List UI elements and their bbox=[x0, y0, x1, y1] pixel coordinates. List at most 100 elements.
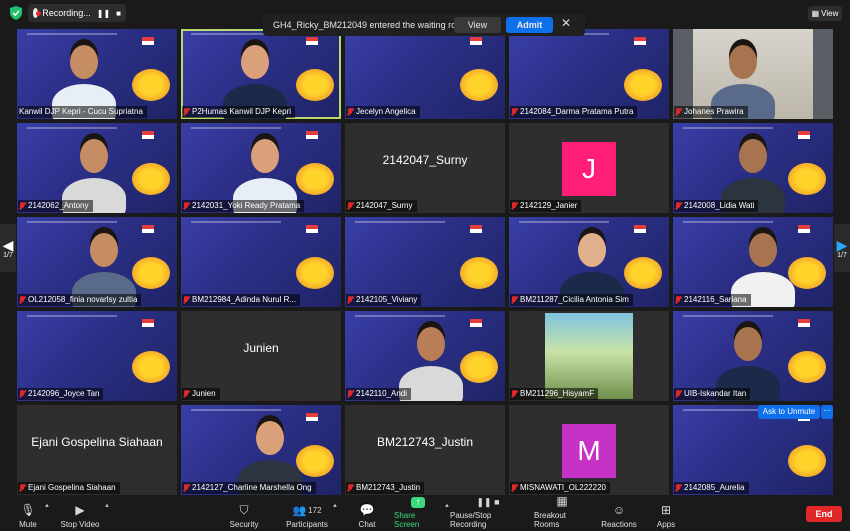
participant-tile[interactable]: Johanes Prawira bbox=[673, 29, 833, 119]
participant-name: 2142096_Joyce Tan bbox=[28, 389, 100, 398]
banner-decoration bbox=[142, 319, 154, 327]
banner-decoration bbox=[634, 37, 646, 45]
participant-name-label: 2142084_Darma Pratama Putra bbox=[510, 106, 638, 118]
participant-head bbox=[578, 233, 606, 267]
next-page-button[interactable]: ▶ 1/7 bbox=[834, 224, 850, 272]
reactions-button[interactable]: ☺ Reactions bbox=[601, 499, 637, 529]
security-button[interactable]: ⛉ Security bbox=[226, 499, 262, 530]
mic-muted-icon bbox=[511, 202, 517, 210]
chevron-up-icon[interactable]: ▲ bbox=[104, 503, 110, 509]
banner-decoration bbox=[788, 445, 826, 477]
participant-tile[interactable]: UIB-Iskandar Itan bbox=[673, 311, 833, 401]
participant-tile[interactable]: 2142047_Surny 2142047_Surny bbox=[345, 123, 505, 213]
share-screen-button[interactable]: ↑ Share Screen bbox=[394, 497, 442, 529]
end-meeting-button[interactable]: End bbox=[806, 506, 842, 522]
mic-muted-icon bbox=[183, 108, 189, 116]
banner-decoration bbox=[788, 351, 826, 383]
participant-tile[interactable]: 2142008_Lidia Wati bbox=[673, 123, 833, 213]
participant-name-label: BM212984_Adinda Nurul R... bbox=[182, 294, 301, 306]
mic-muted-icon bbox=[347, 296, 353, 304]
banner-decoration bbox=[470, 319, 482, 327]
mic-muted-icon bbox=[19, 484, 25, 492]
chevron-up-icon[interactable]: ▲ bbox=[44, 503, 50, 509]
participant-name: P2Humas Kanwil DJP Kepri bbox=[192, 107, 292, 116]
participant-tile[interactable]: 2142127_Charline Marshella Ong bbox=[181, 405, 341, 495]
close-icon[interactable]: ✕ bbox=[561, 16, 571, 30]
apps-icon: ⊞ bbox=[660, 503, 672, 517]
participant-tile[interactable]: 2142116_Sariana bbox=[673, 217, 833, 307]
banner-decoration bbox=[683, 127, 773, 129]
banner-decoration bbox=[132, 163, 170, 195]
ask-to-unmute-button[interactable]: Ask to Unmute bbox=[758, 405, 820, 419]
mic-muted-icon bbox=[347, 108, 353, 116]
participant-name-label: 2142031_Yoki Ready Pratama bbox=[182, 200, 305, 212]
reactions-label: Reactions bbox=[601, 520, 637, 529]
chat-bubble-icon: 💬 bbox=[359, 503, 375, 517]
participant-tile[interactable]: 2142096_Joyce Tan bbox=[17, 311, 177, 401]
participant-display-name: Ejani Gospelina Siahaan bbox=[31, 435, 163, 449]
participant-name: OL212058_finia novarlsy zultia bbox=[28, 295, 138, 304]
banner-decoration bbox=[798, 225, 810, 233]
participant-name-label: Ejani Gospelina Siahaan bbox=[18, 482, 120, 494]
admit-button[interactable]: Admit bbox=[506, 17, 553, 33]
breakout-rooms-button[interactable]: ▦ Breakout Rooms bbox=[534, 494, 590, 529]
participant-display-name: BM212743_Justin bbox=[376, 435, 474, 449]
stop-recording-icon[interactable]: ■ bbox=[116, 9, 121, 18]
mic-muted-icon bbox=[511, 296, 517, 304]
participant-tile[interactable]: 2142105_Viviany bbox=[345, 217, 505, 307]
participant-tile[interactable]: Jecelyn Angelica bbox=[345, 29, 505, 119]
microphone-icon: 🎙 bbox=[20, 503, 36, 517]
pause-recording-icon[interactable]: ❚❚ bbox=[97, 9, 110, 18]
mic-muted-icon bbox=[183, 484, 189, 492]
participant-tile[interactable]: BM212743_Justin BM212743_Justin bbox=[345, 405, 505, 495]
mic-muted-icon bbox=[511, 484, 517, 492]
participant-tile[interactable]: Junien Junien bbox=[181, 311, 341, 401]
banner-decoration bbox=[624, 69, 662, 101]
pause-stop-recording-button[interactable]: ❚❚ ■ Pause/Stop Recording bbox=[450, 497, 526, 529]
chat-button[interactable]: 💬 Chat bbox=[356, 499, 378, 529]
participant-tile[interactable]: BM211296_HisyamF bbox=[509, 311, 669, 401]
participant-head bbox=[417, 327, 445, 361]
participant-tile[interactable]: BM212984_Adinda Nurul R... bbox=[181, 217, 341, 307]
apps-button[interactable]: ⊞ Apps bbox=[656, 499, 676, 529]
participant-tile[interactable]: 2142084_Darma Pratama Putra bbox=[509, 29, 669, 119]
banner-decoration bbox=[798, 319, 810, 327]
participant-name: 2142127_Charline Marshella Ong bbox=[192, 483, 312, 492]
participant-name-label: 2142110_Andi bbox=[346, 388, 412, 400]
pause-stop-recording-icon: ❚❚ ■ bbox=[476, 497, 500, 507]
previous-page-button[interactable]: ◀ 1/7 bbox=[0, 224, 16, 272]
participant-tile[interactable]: Kanwil DJP Kepri - Cucu Supriatna bbox=[17, 29, 177, 119]
participant-name: 2142031_Yoki Ready Pratama bbox=[192, 201, 301, 210]
banner-decoration bbox=[296, 69, 334, 101]
participant-tile[interactable]: 2142110_Andi bbox=[345, 311, 505, 401]
page-indicator-right: 1/7 bbox=[837, 251, 847, 259]
mute-button[interactable]: 🎙 Mute bbox=[14, 499, 42, 529]
participants-button[interactable]: 👥 172 Participants bbox=[284, 499, 330, 530]
view-layout-button[interactable]: ▦ View bbox=[808, 6, 842, 21]
banner-decoration bbox=[191, 127, 281, 129]
participant-tile[interactable]: J 2142129_Janier bbox=[509, 123, 669, 213]
participant-tile[interactable]: 2142031_Yoki Ready Pratama bbox=[181, 123, 341, 213]
participant-tile[interactable]: M MISNAWATI_OL222220 bbox=[509, 405, 669, 495]
mic-muted-icon bbox=[183, 296, 189, 304]
participant-tile[interactable]: OL212058_finia novarlsy zultia bbox=[17, 217, 177, 307]
participant-name-label: 2142096_Joyce Tan bbox=[18, 388, 104, 400]
chevron-up-icon[interactable]: ▲ bbox=[332, 503, 338, 509]
stop-video-label: Stop Video bbox=[60, 520, 100, 529]
participant-tile[interactable]: Ejani Gospelina Siahaan Ejani Gospelina S… bbox=[17, 405, 177, 495]
participant-tile[interactable]: P2Humas Kanwil DJP Kepri bbox=[181, 29, 341, 119]
stop-video-button[interactable]: ▶ Stop Video bbox=[58, 499, 102, 529]
participant-tile[interactable]: BM211287_Cicilia Antonia Sim bbox=[509, 217, 669, 307]
banner-decoration bbox=[519, 221, 609, 223]
banner-decoration bbox=[132, 69, 170, 101]
notification-view-button[interactable]: View bbox=[454, 17, 501, 33]
participant-head bbox=[734, 327, 762, 361]
shield-icon[interactable] bbox=[10, 6, 22, 20]
smiley-icon: ☺ bbox=[612, 503, 626, 517]
banner-decoration bbox=[634, 225, 646, 233]
participant-head bbox=[729, 45, 757, 79]
more-options-button[interactable]: ··· bbox=[821, 405, 833, 419]
participant-tile[interactable]: 2142062_Antony bbox=[17, 123, 177, 213]
participant-name: Jecelyn Angelica bbox=[356, 107, 416, 116]
participant-name: BM212743_Justin bbox=[356, 483, 421, 492]
